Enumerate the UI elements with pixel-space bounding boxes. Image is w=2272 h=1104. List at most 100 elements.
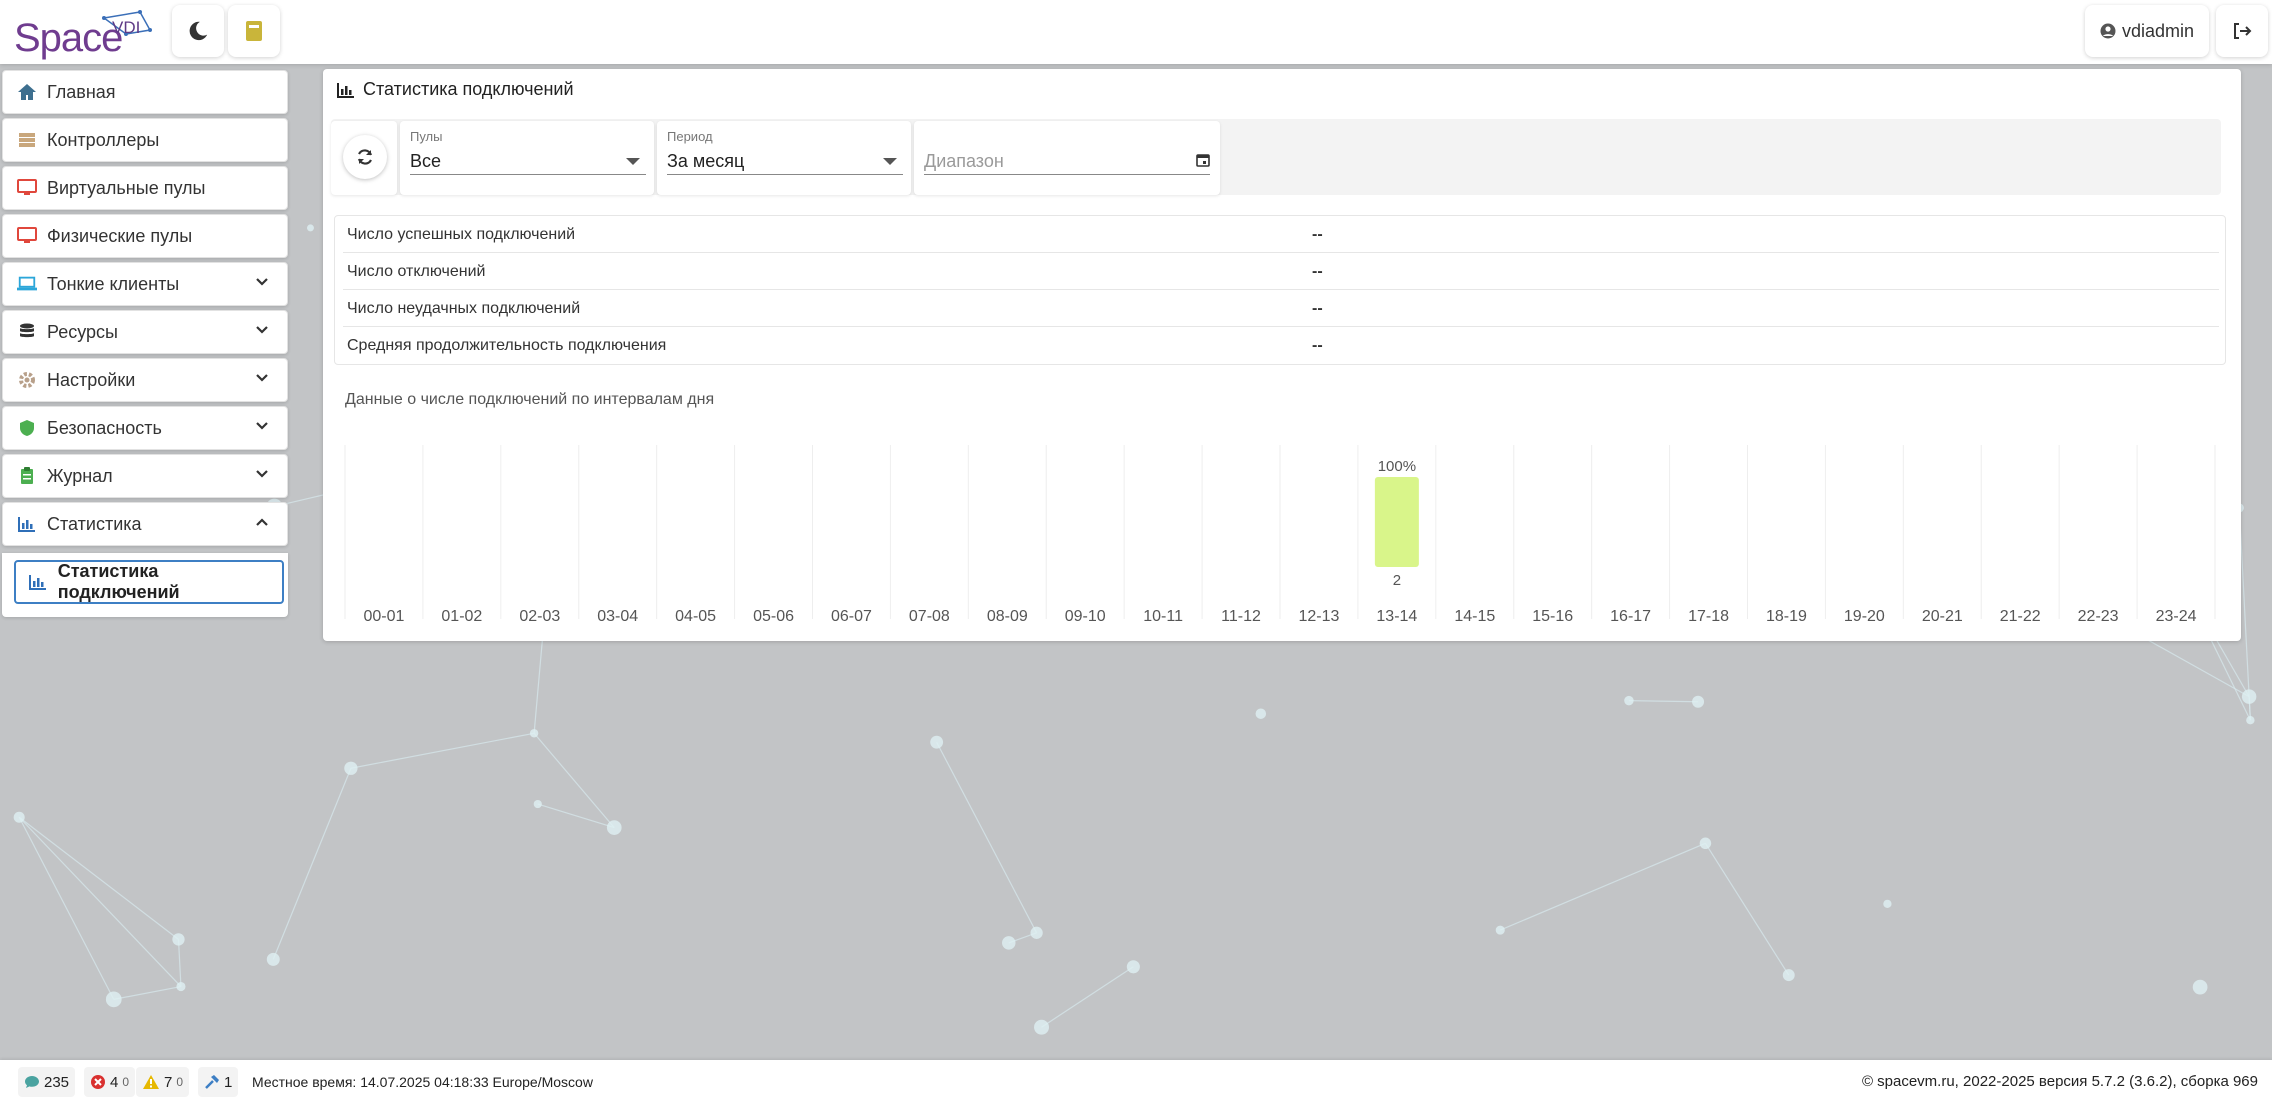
x-tick-label: 13-14 xyxy=(1376,608,1417,625)
status-bar: 235 4 0 7 0 1 Местное время: 14.07.2025 … xyxy=(0,1060,2272,1104)
sidebar-item-label: Физические пулы xyxy=(47,225,193,246)
x-tick-label: 11-12 xyxy=(1221,608,1261,625)
connection-stats-panel: Статистика подключений Пулы Все Период З… xyxy=(323,69,2241,641)
tasks-badge[interactable]: 1 xyxy=(198,1067,239,1097)
network-node xyxy=(1495,925,1505,935)
pools-select[interactable]: Пулы Все xyxy=(400,121,654,195)
x-tick-label: 06-07 xyxy=(831,608,872,625)
network-line xyxy=(113,985,182,1000)
network-line xyxy=(1500,842,1706,931)
x-tick-label: 16-17 xyxy=(1610,608,1651,625)
spacevdi-logo[interactable]: Space VDI xyxy=(12,4,158,60)
x-tick-label: 04-05 xyxy=(675,608,716,625)
caret-down-icon xyxy=(626,158,640,165)
sidebar-item-home[interactable]: Главная xyxy=(2,70,288,114)
x-tick-label: 12-13 xyxy=(1298,608,1339,625)
period-value: За месяц xyxy=(667,151,745,171)
sidebar-subitem-connection-stats[interactable]: Статистика подключений xyxy=(14,560,284,604)
x-tick-label: 15-16 xyxy=(1532,608,1573,625)
network-line xyxy=(272,768,352,960)
messages-badge[interactable]: 235 xyxy=(18,1067,76,1097)
sign-out-icon xyxy=(2234,23,2252,39)
x-tick-label: 14-15 xyxy=(1454,608,1495,625)
chevron-down-icon xyxy=(256,374,268,382)
server-icon xyxy=(19,133,35,147)
network-line xyxy=(18,816,179,940)
sidebar-item-security[interactable]: Безопасность xyxy=(2,406,288,450)
network-node xyxy=(529,729,539,738)
user-menu-button[interactable]: vdiadmin xyxy=(2085,5,2209,57)
chart-icon xyxy=(28,575,46,590)
sidebar-item-thin-clients[interactable]: Тонкие клиенты xyxy=(2,262,288,306)
clipboard-icon xyxy=(21,467,33,484)
sidebar-subitem-label: Статистика подключений xyxy=(57,561,180,602)
logo-badge: VDI xyxy=(112,18,141,37)
gear-icon xyxy=(19,372,35,388)
network-node xyxy=(172,933,185,946)
x-tick-label: 00-01 xyxy=(363,608,404,625)
table-row: Число отключений -- xyxy=(343,253,2219,290)
date-range-field[interactable]: Диапазон xyxy=(914,121,1220,195)
user-circle-icon xyxy=(2100,23,2116,39)
chevron-down-icon xyxy=(256,470,268,478)
warnings-badge[interactable]: 7 0 xyxy=(136,1067,190,1097)
chart-icon xyxy=(337,82,354,98)
network-node xyxy=(1034,1019,1050,1035)
sidebar-item-journal[interactable]: Журнал xyxy=(2,454,288,498)
pools-label: Пулы xyxy=(410,129,443,144)
network-node xyxy=(13,811,25,823)
stat-label: Число неудачных подключений xyxy=(347,300,581,317)
sidebar-item-label: Тонкие клиенты xyxy=(47,273,180,294)
network-node xyxy=(1255,708,1267,719)
warnings-count: 7 xyxy=(164,1073,173,1091)
warnings-sub-count: 0 xyxy=(176,1075,184,1089)
network-line xyxy=(1704,842,1790,976)
period-select[interactable]: Период За месяц xyxy=(657,121,911,195)
stat-label: Число отключений xyxy=(347,263,486,280)
calendar-icon[interactable] xyxy=(1196,153,1210,167)
x-tick-label: 17-18 xyxy=(1688,608,1729,625)
errors-badge[interactable]: 4 0 xyxy=(84,1067,136,1097)
network-node xyxy=(930,735,944,749)
desktop-icon xyxy=(17,179,37,195)
sidebar-item-resources[interactable]: Ресурсы xyxy=(2,310,288,354)
sidebar-item-virtual-pools[interactable]: Виртуальные пулы xyxy=(2,166,288,210)
docs-button[interactable] xyxy=(228,5,280,57)
network-line xyxy=(936,741,1038,934)
sidebar-item-statistics[interactable]: Статистика xyxy=(2,502,288,546)
network-node xyxy=(533,799,542,809)
network-node xyxy=(1126,960,1140,974)
chevron-down-icon xyxy=(256,422,268,430)
network-line xyxy=(537,803,615,829)
bar-value-label: 2 xyxy=(1393,572,1401,589)
user-name: vdiadmin xyxy=(2121,20,2195,41)
book-icon xyxy=(246,21,262,41)
hammer-icon xyxy=(205,1075,219,1089)
x-tick-label: 01-02 xyxy=(441,608,482,625)
x-tick-label: 07-08 xyxy=(909,608,950,625)
refresh-button[interactable] xyxy=(343,135,387,179)
network-node xyxy=(306,224,314,232)
sidebar-item-label: Безопасность xyxy=(47,417,162,438)
local-time: Местное время: 14.07.2025 04:18:33 Europ… xyxy=(252,1074,593,1090)
sidebar-item-settings[interactable]: Настройки xyxy=(2,358,288,402)
chevron-down-icon xyxy=(256,278,268,286)
x-tick-label: 20-21 xyxy=(1922,608,1963,625)
x-tick-label: 02-03 xyxy=(519,608,560,625)
statistics-submenu: Статистика подключений xyxy=(2,553,288,617)
sidebar-item-label: Контроллеры xyxy=(47,129,160,150)
page-title: Статистика подключений xyxy=(363,79,574,99)
sidebar-item-label: Главная xyxy=(47,81,116,102)
period-label: Период xyxy=(667,129,713,144)
network-line xyxy=(1628,700,1699,703)
network-node xyxy=(2241,689,2257,704)
sidebar-item-controllers[interactable]: Контроллеры xyxy=(2,118,288,162)
network-node xyxy=(344,761,358,775)
x-tick-label: 10-11 xyxy=(1143,608,1183,625)
x-tick-label: 08-09 xyxy=(987,608,1028,625)
theme-toggle-button[interactable] xyxy=(172,5,224,57)
logout-button[interactable] xyxy=(2216,5,2268,57)
top-bar: Space VDI vdiadmin xyxy=(0,0,2272,64)
sidebar-item-physical-pools[interactable]: Физические пулы xyxy=(2,214,288,258)
error-circle-icon xyxy=(91,1075,105,1089)
